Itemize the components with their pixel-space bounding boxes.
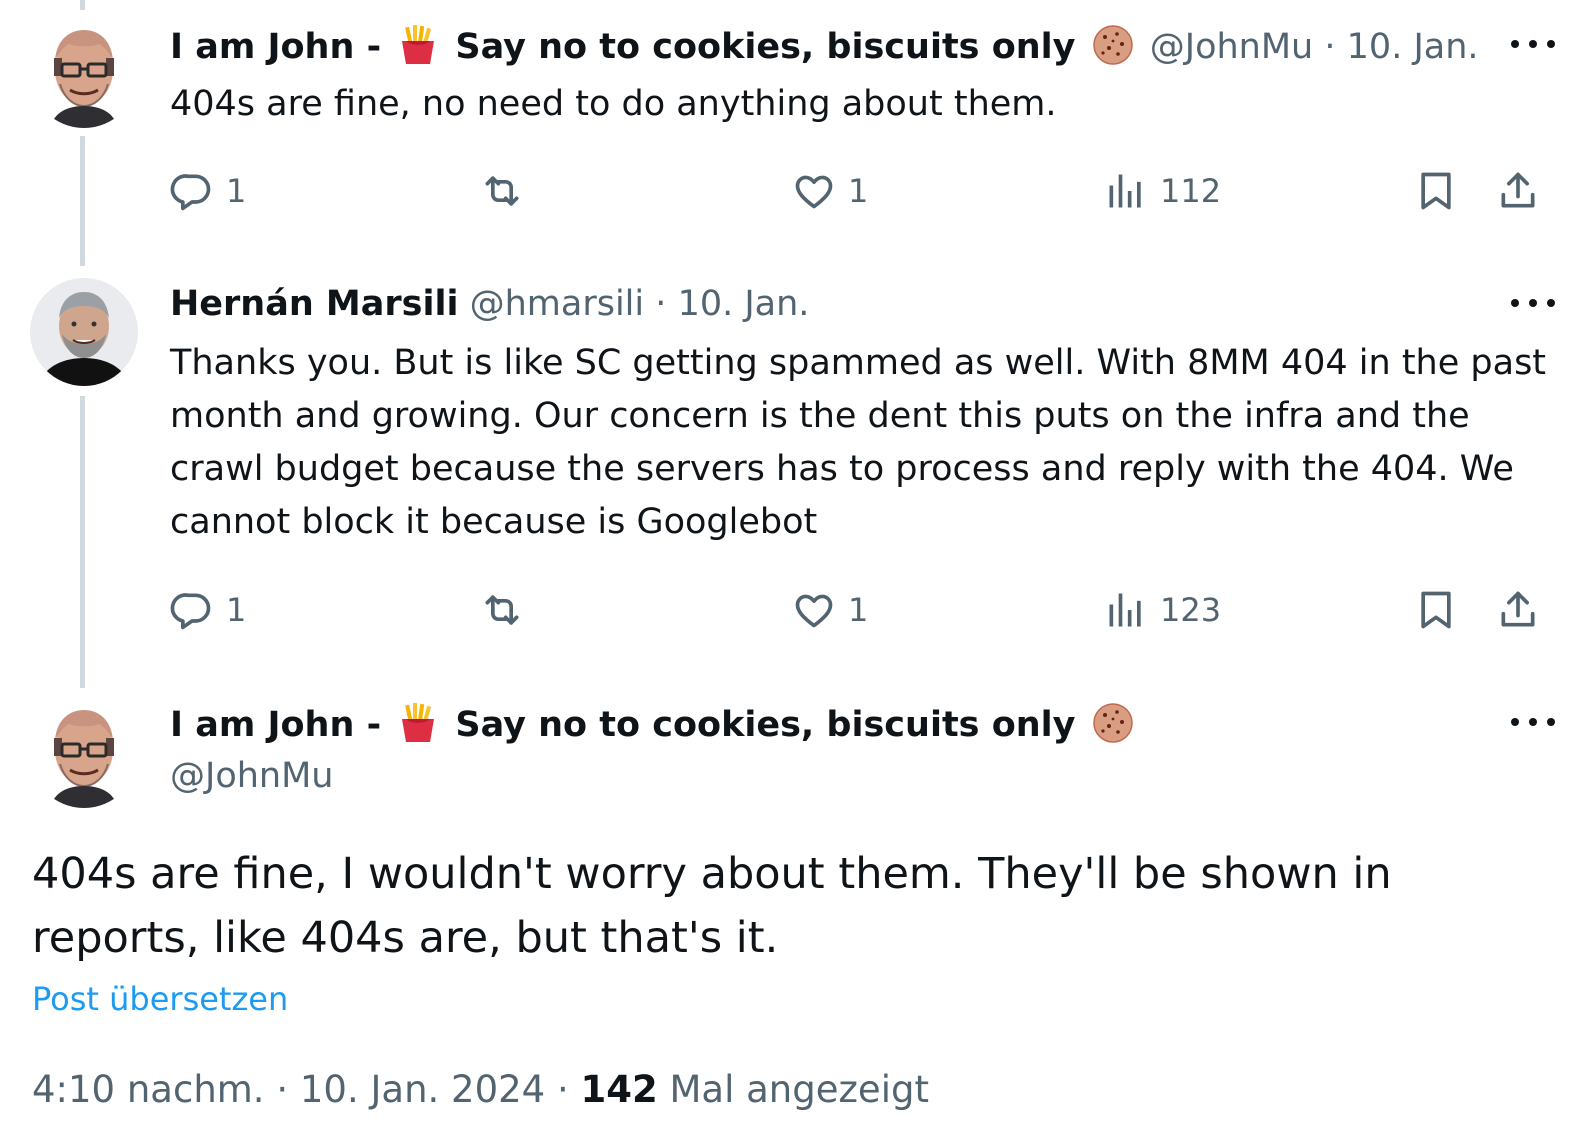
tweet-header: Hernán Marsili @hmarsili · 10. Jan. <box>170 282 809 326</box>
views-label: Mal angezeigt <box>669 1068 929 1111</box>
thread-connector-line <box>80 136 85 266</box>
post-metadata: 4:10 nachm. · 10. Jan. 2024 · 142 Mal an… <box>32 1068 929 1111</box>
repost-button[interactable] <box>480 166 524 216</box>
post-date[interactable]: 10. Jan. <box>678 284 810 324</box>
post-time[interactable]: 4:10 nachm. <box>32 1068 265 1111</box>
avatar[interactable] <box>30 278 138 386</box>
author-handle[interactable]: @JohnMu <box>170 754 333 798</box>
separator-dot: · <box>655 284 667 324</box>
bookmark-icon <box>1414 588 1458 632</box>
more-icon[interactable] <box>1511 291 1555 315</box>
avatar[interactable] <box>30 20 138 128</box>
like-button[interactable]: 1 <box>792 166 868 216</box>
views-count: 142 <box>580 1068 658 1111</box>
views-count: 112 <box>1160 172 1222 210</box>
more-icon[interactable] <box>1511 710 1555 734</box>
bookmark-icon <box>1414 169 1458 213</box>
bookmark-button[interactable] <box>1414 585 1458 635</box>
reply-button[interactable]: 1 <box>170 166 246 216</box>
tweet-text: 404s are fine, no need to do anything ab… <box>170 84 1057 124</box>
views-icon <box>1104 588 1148 632</box>
more-icon[interactable] <box>1511 32 1555 56</box>
avatar-image <box>30 278 138 386</box>
avatar-image <box>30 700 138 808</box>
share-button[interactable] <box>1496 166 1540 216</box>
author-name[interactable]: I am John - <box>170 705 381 745</box>
french-fries-emoji <box>396 23 440 67</box>
thread-connector-line <box>80 396 85 688</box>
post-date[interactable]: 10. Jan. <box>1347 27 1479 67</box>
tweet-text: Thanks you. But is like SC getting spamm… <box>170 343 1547 542</box>
like-button[interactable]: 1 <box>792 585 868 635</box>
reply-count: 1 <box>226 591 247 629</box>
author-name-suffix[interactable]: Say no to cookies, biscuits only <box>455 705 1075 745</box>
french-fries-emoji <box>396 701 440 745</box>
main-post-text: 404s are fine, I wouldn't worry about th… <box>32 849 1392 963</box>
avatar-image <box>30 20 138 128</box>
separator-dot: · <box>1324 27 1336 67</box>
post-date[interactable]: 10. Jan. 2024 <box>300 1068 545 1111</box>
repost-icon <box>480 588 524 632</box>
share-icon <box>1496 588 1540 632</box>
cookie-emoji <box>1091 701 1135 745</box>
views-button[interactable]: 112 <box>1104 166 1221 216</box>
action-bar: 1 1 112 <box>170 166 1542 216</box>
tweet-header: I am John - Say no to cookies, biscuits … <box>170 23 1479 69</box>
avatar[interactable] <box>30 700 138 808</box>
views-count: 123 <box>1160 591 1222 629</box>
views-button[interactable]: 123 <box>1104 585 1221 635</box>
translate-post-link[interactable]: Post übersetzen <box>32 980 288 1018</box>
author-name[interactable]: Hernán Marsili <box>170 284 458 324</box>
views-icon <box>1104 169 1148 213</box>
main-post-header: I am John - Say no to cookies, biscuits … <box>170 701 1139 747</box>
reply-count: 1 <box>226 172 247 210</box>
like-count: 1 <box>848 172 869 210</box>
separator-dot: · <box>556 1068 569 1111</box>
like-icon <box>792 588 836 632</box>
like-icon <box>792 169 836 213</box>
repost-icon <box>480 169 524 213</box>
share-button[interactable] <box>1496 585 1540 635</box>
author-handle[interactable]: @hmarsili <box>470 284 645 324</box>
author-name-suffix[interactable]: Say no to cookies, biscuits only <box>455 27 1075 67</box>
action-bar: 1 1 123 <box>170 585 1542 635</box>
author-name[interactable]: I am John - <box>170 27 381 67</box>
reply-icon <box>170 169 214 213</box>
like-count: 1 <box>848 591 869 629</box>
cookie-emoji <box>1091 23 1135 67</box>
thread-connector-line <box>80 0 85 10</box>
repost-button[interactable] <box>480 585 524 635</box>
separator-dot: · <box>276 1068 289 1111</box>
author-handle[interactable]: @JohnMu <box>1150 27 1313 67</box>
share-icon <box>1496 169 1540 213</box>
reply-button[interactable]: 1 <box>170 585 246 635</box>
bookmark-button[interactable] <box>1414 166 1458 216</box>
reply-icon <box>170 588 214 632</box>
